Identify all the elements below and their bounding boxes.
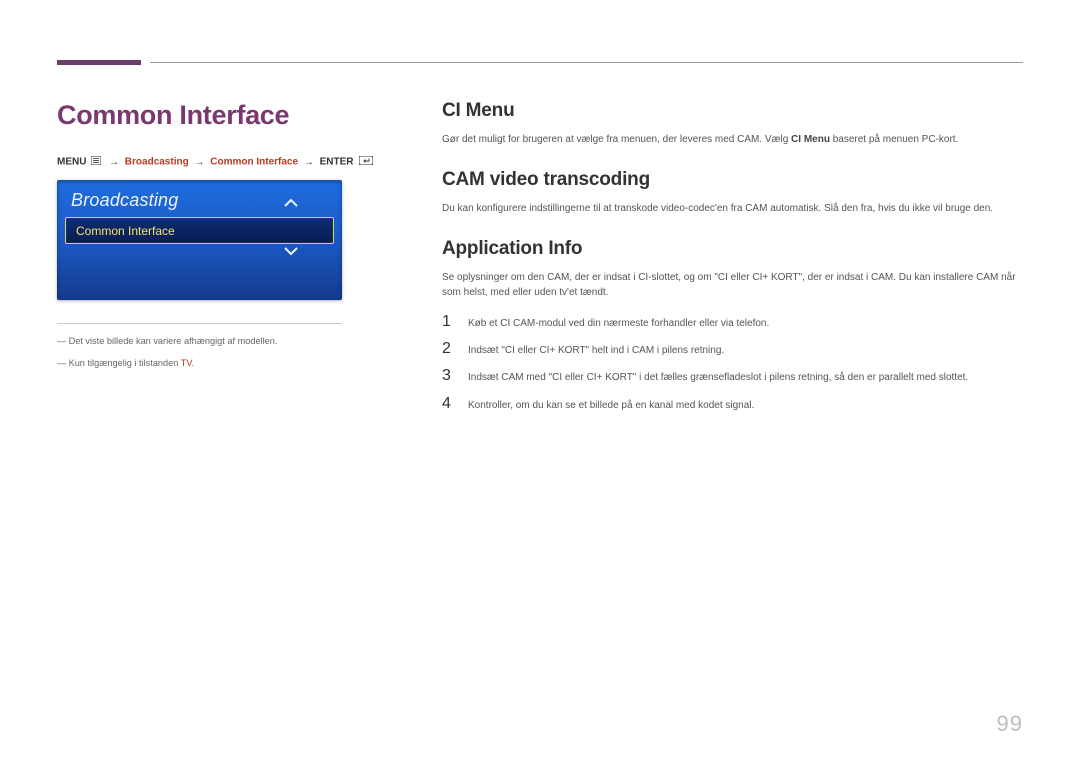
step-text-3: Indsæt CAM med "CI eller CI+ KORT" i det… <box>468 366 968 385</box>
breadcrumb-broadcasting: Broadcasting <box>125 157 189 168</box>
page-title: Common Interface <box>57 100 289 131</box>
step-text-2: Indsæt "CI eller CI+ KORT" helt ind i CA… <box>468 339 724 358</box>
step-text-1: Køb et CI CAM-modul ved din nærmeste for… <box>468 312 769 331</box>
tv-menu-panel: Broadcasting Common Interface <box>57 180 342 300</box>
chevron-down-icon[interactable] <box>276 244 306 258</box>
cam-body: Du kan konfigurere indstillingerne til a… <box>442 201 1023 216</box>
enter-icon <box>359 156 373 168</box>
step-number-4: 4 <box>442 394 468 413</box>
breadcrumb-arrow-1: → <box>109 157 119 168</box>
notes-divider <box>57 323 342 324</box>
breadcrumb-arrow-2: → <box>194 157 204 168</box>
note-text-2a: Kun tilgængelig i tilstanden <box>69 358 181 368</box>
ci-menu-body-post: baseret på menuen PC-kort. <box>830 134 958 145</box>
note-tv-highlight: TV <box>181 358 192 368</box>
breadcrumb: MENU → Broadcasting → Common Interface →… <box>57 156 373 168</box>
section-application-info: Application Info Se oplysninger om den C… <box>442 238 1023 413</box>
page-number: 99 <box>997 711 1023 737</box>
breadcrumb-menu: MENU <box>57 157 86 168</box>
step-number-2: 2 <box>442 339 468 358</box>
note-tv-mode: ― Kun tilgængelig i tilstanden TV. <box>57 358 194 370</box>
content-column: CI Menu Gør det muligt for brugeren at v… <box>442 100 1023 413</box>
ci-menu-body-bold: CI Menu <box>791 134 830 145</box>
app-info-body: Se oplysninger om den CAM, der er indsat… <box>442 270 1023 300</box>
step-number-1: 1 <box>442 312 468 331</box>
top-divider <box>150 62 1023 63</box>
chevron-up-icon[interactable] <box>276 196 306 210</box>
ci-menu-body-pre: Gør det muligt for brugeren at vælge fra… <box>442 134 791 145</box>
step-number-3: 3 <box>442 366 468 385</box>
step-2: 2 Indsæt "CI eller CI+ KORT" helt ind i … <box>442 339 1023 358</box>
section-cam-transcoding: CAM video transcoding Du kan konfigurere… <box>442 169 1023 216</box>
note-text-1: Det viste billede kan variere afhængigt … <box>69 336 278 346</box>
tv-menu-item-common-interface[interactable]: Common Interface <box>65 217 334 244</box>
cam-title: CAM video transcoding <box>442 169 1023 191</box>
step-4: 4 Kontroller, om du kan se et billede på… <box>442 394 1023 413</box>
breadcrumb-enter: ENTER <box>320 157 354 168</box>
section-ci-menu: CI Menu Gør det muligt for brugeren at v… <box>442 100 1023 147</box>
note-text-2b: . <box>192 358 195 368</box>
breadcrumb-arrow-3: → <box>304 157 314 168</box>
app-info-steps: 1 Køb et CI CAM-modul ved din nærmeste f… <box>442 312 1023 413</box>
step-1: 1 Køb et CI CAM-modul ved din nærmeste f… <box>442 312 1023 331</box>
app-info-title: Application Info <box>442 238 1023 260</box>
ci-menu-body: Gør det muligt for brugeren at vælge fra… <box>442 132 1023 147</box>
note-dash-1: ― <box>57 336 66 348</box>
step-text-4: Kontroller, om du kan se et billede på e… <box>468 394 754 413</box>
note-model-varies: ― Det viste billede kan variere afhængig… <box>57 336 277 348</box>
breadcrumb-common-interface: Common Interface <box>210 157 298 168</box>
step-3: 3 Indsæt CAM med "CI eller CI+ KORT" i d… <box>442 366 1023 385</box>
top-accent-bar <box>57 60 141 65</box>
note-dash-2: ― <box>57 358 66 370</box>
ci-menu-title: CI Menu <box>442 100 1023 122</box>
menu-icon <box>91 156 101 168</box>
